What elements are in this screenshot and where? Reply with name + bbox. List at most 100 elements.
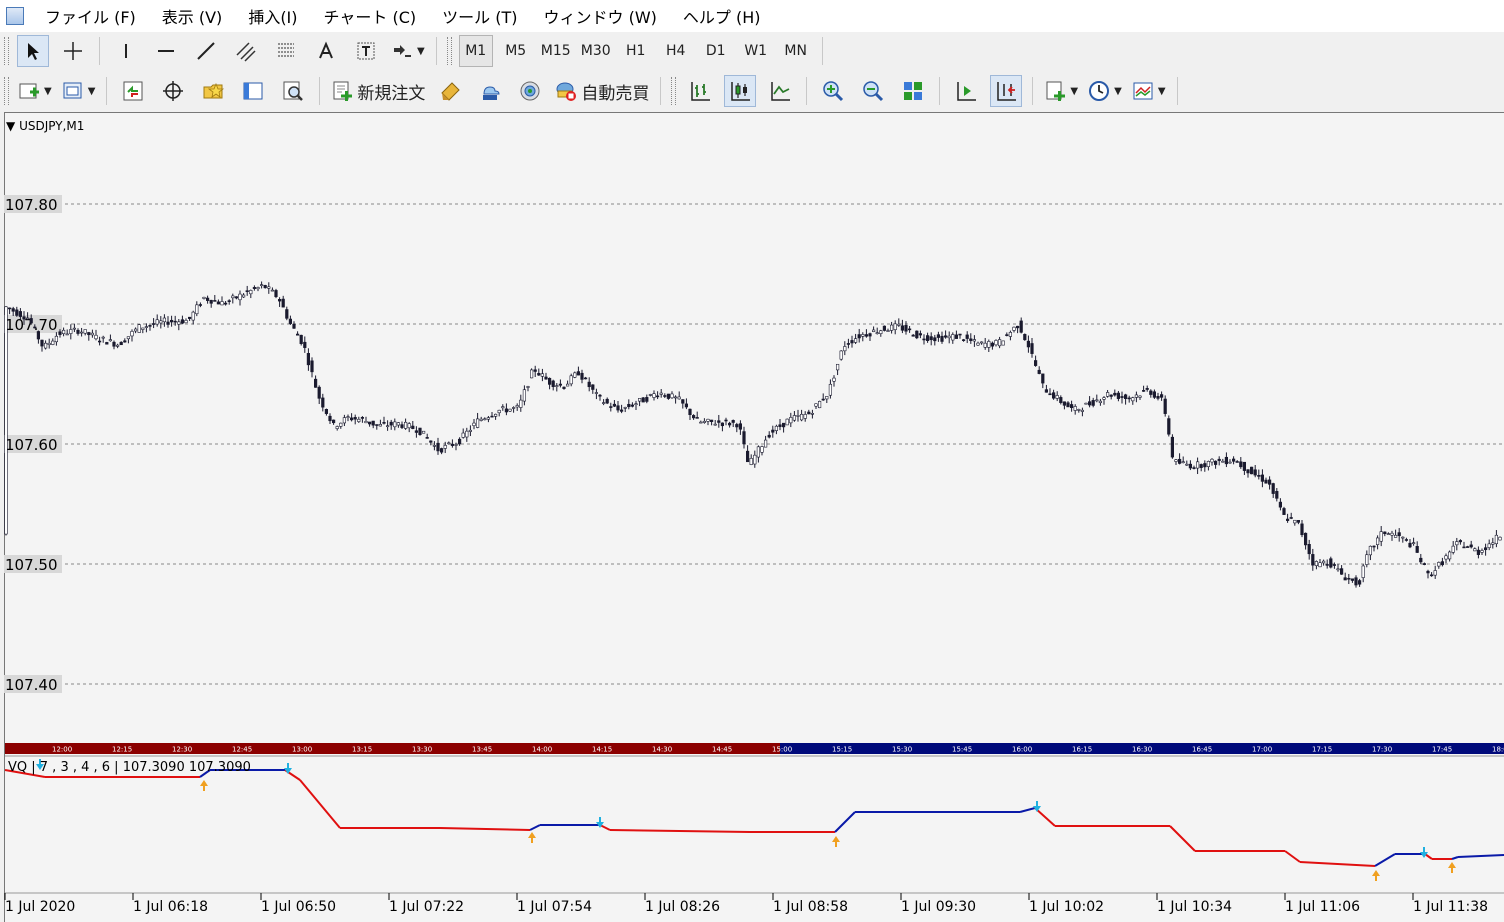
candle-body [659,392,663,395]
arrow-up-icon [832,836,840,847]
candle [162,314,167,327]
candle [245,285,249,296]
candle [771,425,775,438]
candle-body [1084,402,1088,405]
candle [796,409,800,422]
candle-body [551,380,555,387]
candle-body [529,369,534,379]
candle [493,413,498,420]
candle-body [112,341,116,347]
candle-body [11,308,15,312]
candle [1210,458,1214,466]
candle [857,328,861,343]
candle-body [263,285,267,289]
candle [1152,389,1156,399]
candle-body [1026,340,1030,348]
session-tick-label: 17:30 [1372,746,1392,754]
candle-body [425,437,429,439]
candle [1469,540,1473,549]
candle-body [1480,550,1484,553]
candle [853,333,858,345]
candle-body [515,405,519,408]
candle-body [814,403,818,407]
candle [591,384,595,394]
candle [634,400,638,411]
candle-body [328,415,332,422]
candle-body [1163,398,1167,414]
candle [1120,391,1124,404]
candle-body [1221,460,1225,463]
candle [1343,572,1347,581]
x-tick-label: 1 Jul 11:38 [1413,899,1488,915]
candle-body [1242,461,1246,471]
candle [360,416,365,423]
candle [1109,394,1113,400]
candle-body [609,406,613,408]
candle-body [1113,392,1117,396]
candle [612,400,616,408]
candle-body [65,333,69,336]
candle [421,430,426,434]
price-chart[interactable]: 107.80107.70107.60107.50107.4012:00 12:15… [0,0,1504,922]
candle-body [396,422,401,426]
candle [335,425,339,431]
candle [763,435,768,448]
candle [1131,396,1135,405]
candle [216,299,221,305]
candle-body [997,339,1002,347]
candle [799,409,804,422]
candle [580,369,584,384]
candle [306,348,311,371]
candle [792,411,796,422]
candle-body [573,372,577,378]
candle-body [108,339,112,342]
candle [1239,457,1243,469]
candle-body [1336,568,1340,571]
candle [1494,530,1498,548]
candle [861,332,865,342]
candle-body [882,325,886,331]
candle-body [1278,501,1282,508]
candle [238,290,242,306]
arrow-up-icon [1448,862,1456,873]
candle-body [22,316,26,320]
candle [609,402,613,412]
signal-up-arrow [832,836,840,847]
candle [1264,477,1268,484]
candle [277,297,282,307]
candle-body [321,397,325,408]
candle [1044,384,1048,393]
candle [1422,562,1426,566]
candle-body [198,304,203,306]
candle-body [1286,518,1290,521]
candle [141,327,145,334]
candle [1091,397,1095,408]
candle [1206,460,1210,471]
chart-menu-triangle-icon[interactable]: ▼ [6,119,15,133]
candle-body [220,301,224,306]
candle-body [249,290,253,295]
candle-body [760,446,764,453]
candle [209,299,213,308]
candle-body [61,329,66,334]
candle [418,427,422,436]
candle-body [1199,464,1203,468]
candle-body [1350,578,1354,581]
candle-body [1325,564,1329,566]
candle [1156,392,1160,401]
candle-body [562,386,566,389]
candle [1257,469,1261,480]
candle [1192,465,1196,470]
candle [882,325,886,332]
candle-body [587,381,591,388]
candle-body [436,442,440,452]
candle [1383,531,1387,537]
candle-body [990,342,994,347]
candle [749,454,753,466]
candle-body [810,413,814,415]
candle [61,327,66,337]
candle [274,288,278,299]
candle-body [821,398,825,401]
candle-body [724,419,728,422]
candle [940,331,944,344]
